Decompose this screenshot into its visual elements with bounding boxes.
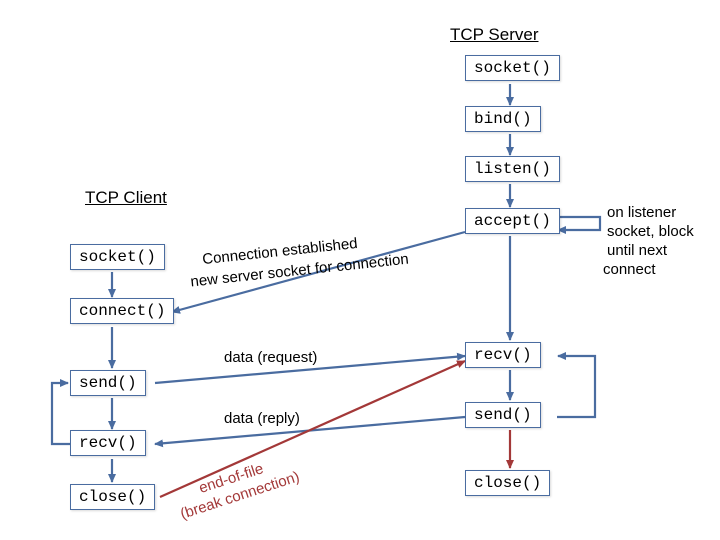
label-listener-2: socket, block xyxy=(607,223,694,241)
node-client-connect: connect() xyxy=(70,298,174,324)
node-server-close: close() xyxy=(465,470,550,496)
arrow-client-loop xyxy=(52,383,70,444)
node-server-bind: bind() xyxy=(465,106,541,132)
arrow-listener-loop xyxy=(555,217,600,230)
arrow-server-loop xyxy=(557,356,595,417)
node-client-send: send() xyxy=(70,370,146,396)
label-listener-4: connect xyxy=(603,261,656,279)
node-server-send: send() xyxy=(465,402,541,428)
title-client: TCP Client xyxy=(85,188,167,208)
node-client-recv: recv() xyxy=(70,430,146,456)
node-server-socket: socket() xyxy=(465,55,560,81)
node-server-accept: accept() xyxy=(465,208,560,234)
node-server-listen: listen() xyxy=(465,156,560,182)
label-data-request: data (request) xyxy=(224,349,317,367)
label-data-reply: data (reply) xyxy=(224,410,300,428)
label-listener-3: until next xyxy=(607,242,667,260)
node-client-socket: socket() xyxy=(70,244,165,270)
title-server: TCP Server xyxy=(450,25,539,45)
label-listener-1: on listener xyxy=(607,204,676,222)
node-server-recv: recv() xyxy=(465,342,541,368)
node-client-close: close() xyxy=(70,484,155,510)
